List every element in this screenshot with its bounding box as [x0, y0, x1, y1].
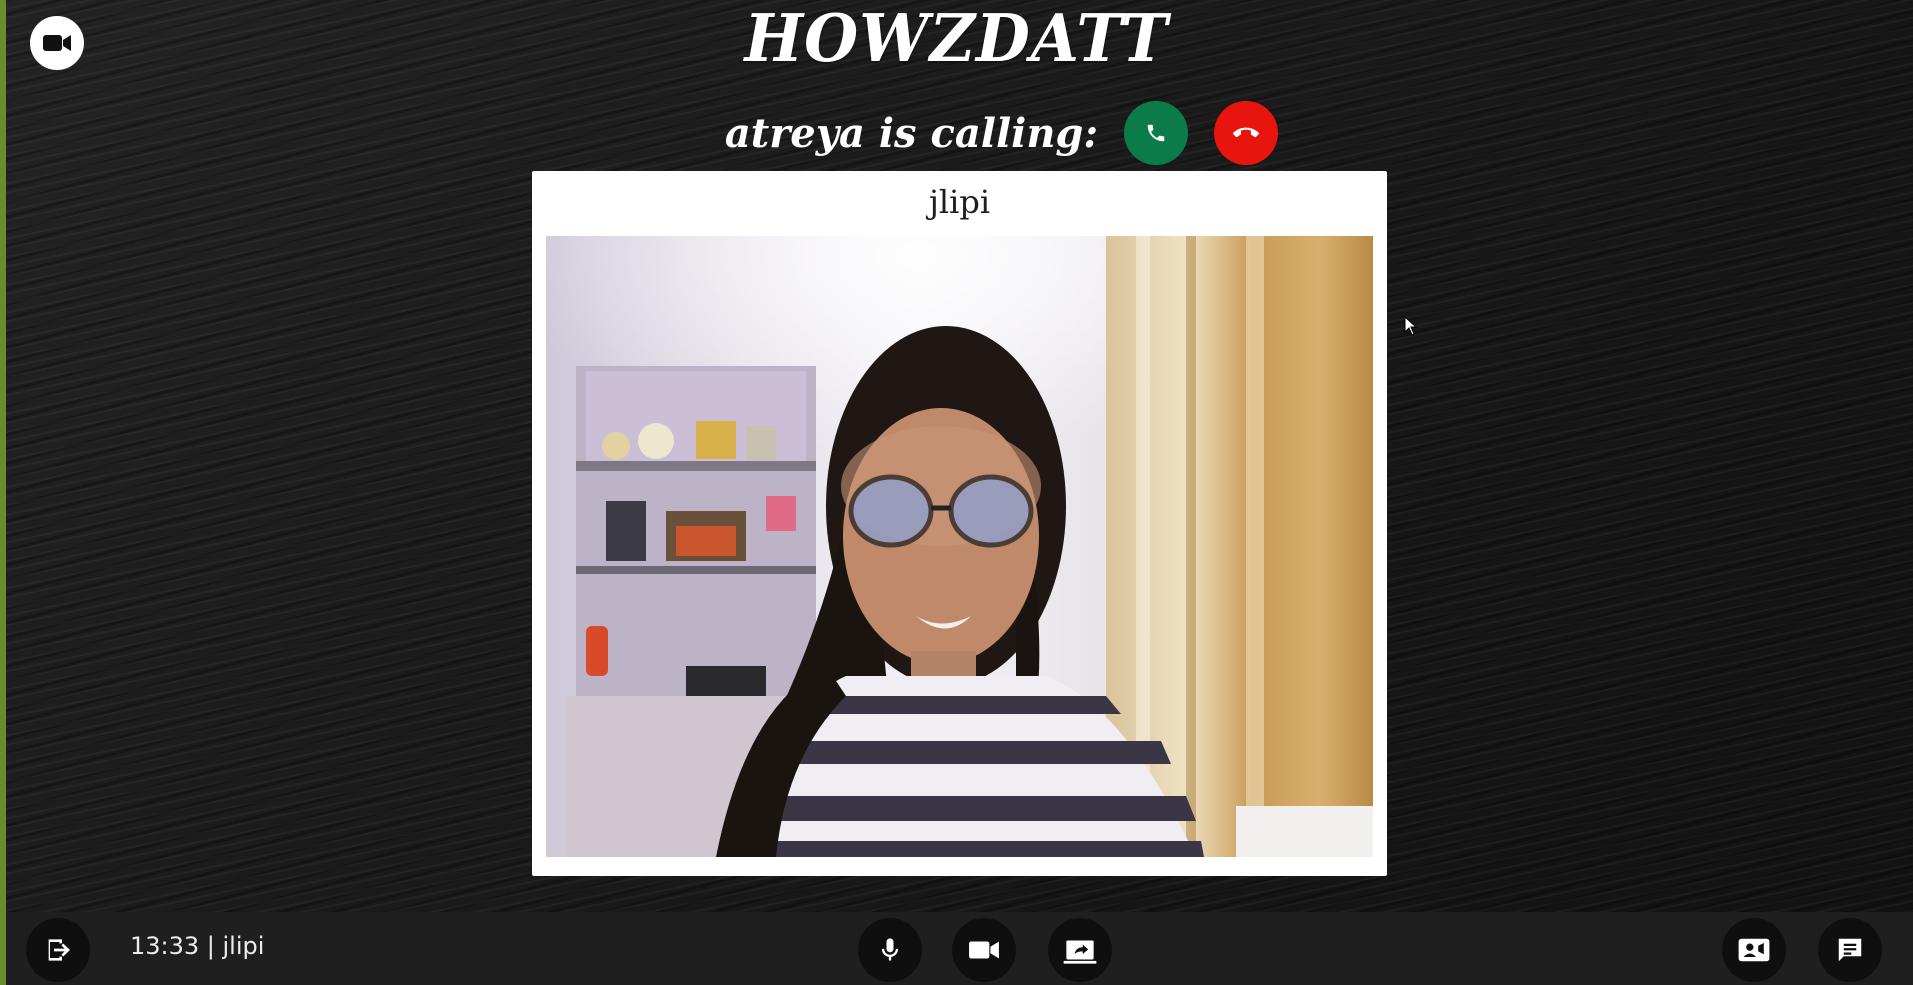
chat-icon	[1838, 938, 1862, 962]
exit-icon	[48, 939, 70, 961]
microphone-icon	[881, 938, 899, 961]
video-camera-icon	[969, 941, 999, 959]
participants-button[interactable]	[1722, 918, 1786, 982]
accept-call-button[interactable]	[1124, 101, 1189, 165]
mouse-cursor-icon	[1404, 316, 1418, 336]
call-status-text: 13:33 | jlipi	[130, 932, 265, 960]
remote-video-tile: jlipi	[532, 171, 1387, 876]
toggle-camera-button[interactable]	[952, 918, 1016, 982]
screen-share-icon	[1063, 940, 1097, 964]
phone-hangup-icon	[1233, 127, 1260, 138]
participant-name: jlipi	[928, 183, 991, 221]
share-screen-button[interactable]	[1048, 918, 1112, 982]
incoming-call-bar: atreya is calling:	[0, 100, 1913, 166]
app-stage: HOWZDATT atreya is calling: jlipi 13:33 …	[0, 0, 1913, 985]
webcam-image	[546, 236, 1373, 857]
app-title: HOWZDATT	[744, 0, 1169, 77]
contact-card-icon	[1738, 938, 1770, 962]
phone-icon	[1147, 124, 1165, 142]
remote-video-feed	[546, 236, 1373, 857]
bottom-toolbar: 13:33 | jlipi	[6, 912, 1913, 985]
mute-mic-button[interactable]	[858, 918, 922, 982]
leave-call-button[interactable]	[26, 918, 90, 982]
incoming-call-text: atreya is calling:	[724, 109, 1099, 157]
decline-call-button[interactable]	[1214, 101, 1279, 165]
chat-button[interactable]	[1818, 918, 1882, 982]
